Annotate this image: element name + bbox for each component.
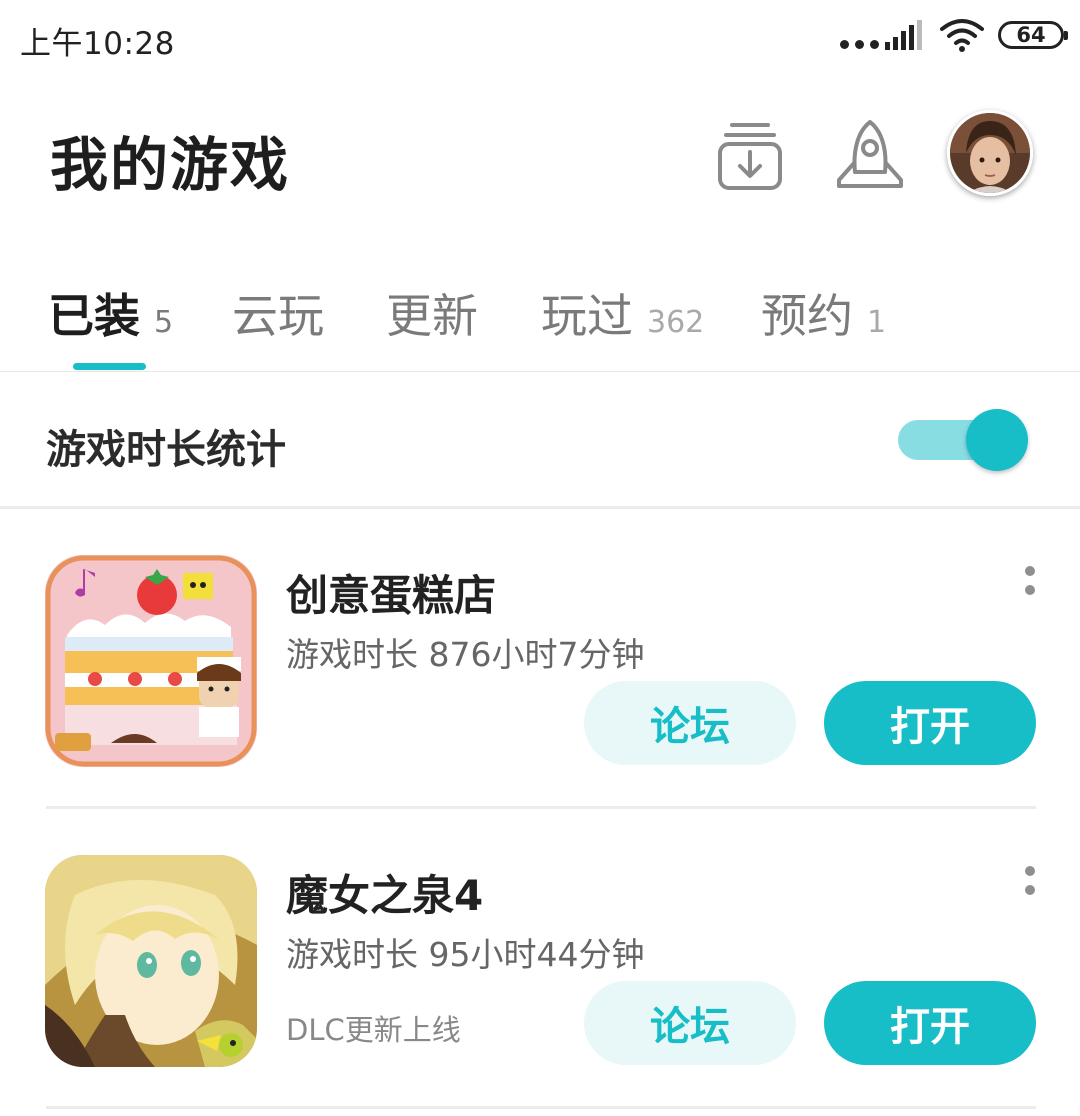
tab-played[interactable]: 玩过 362 (541, 280, 704, 346)
playtime-stats-row: 游戏时长统计 (0, 373, 1080, 509)
tab-updates[interactable]: 更新 (386, 280, 478, 346)
status-bar: 上午10:28 64 (0, 0, 1080, 78)
tab-label: 玩过 (541, 289, 633, 343)
card-divider (46, 806, 1036, 809)
active-tab-indicator (73, 363, 146, 370)
tab-bar: 已装 5 云玩 更新 玩过 362 预约 1 (0, 270, 1080, 372)
wifi-icon (940, 19, 984, 52)
open-button[interactable]: 打开 (824, 681, 1036, 765)
battery-indicator: 64 (998, 21, 1068, 49)
game-icon-witch-spring-4[interactable] (45, 855, 257, 1067)
tab-count: 1 (867, 305, 887, 340)
forum-button[interactable]: 论坛 (584, 681, 796, 765)
signal-icon (885, 20, 922, 50)
game-title: 创意蛋糕店 (286, 571, 497, 620)
game-card[interactable]: 魔女之泉4 游戏时长 95小时44分钟 DLC更新上线 论坛 打开 (0, 810, 1080, 1110)
more-options-icon[interactable] (1020, 566, 1040, 606)
avatar[interactable] (947, 110, 1033, 196)
game-playtime: 游戏时长 876小时7分钟 (286, 635, 645, 674)
tab-reservations[interactable]: 预约 1 (761, 280, 886, 346)
rocket-icon[interactable] (833, 118, 907, 194)
playtime-stats-label: 游戏时长统计 (46, 427, 286, 473)
more-options-icon[interactable] (1020, 866, 1040, 906)
avatar-image (950, 113, 1030, 193)
card-divider (46, 1106, 1036, 1109)
playtime-stats-toggle[interactable] (896, 407, 1032, 473)
dlc-update-note: DLC更新上线 (286, 1013, 461, 1047)
tab-label: 预约 (761, 289, 853, 343)
open-button[interactable]: 打开 (824, 981, 1036, 1065)
tab-installed[interactable]: 已装 5 (48, 280, 173, 346)
page-title: 我的游戏 (50, 131, 291, 199)
forum-button[interactable]: 论坛 (584, 981, 796, 1065)
tab-cloud-play[interactable]: 云玩 (232, 280, 324, 346)
cake-shop-art (45, 555, 257, 767)
status-time: 上午10:28 (20, 26, 175, 62)
tab-count: 5 (154, 305, 174, 340)
download-icon[interactable] (716, 120, 784, 192)
tab-count: 362 (647, 305, 705, 340)
game-title: 魔女之泉4 (286, 871, 484, 920)
tab-label: 已装 (48, 289, 140, 343)
game-playtime: 游戏时长 95小时44分钟 (286, 935, 645, 974)
tab-label: 云玩 (232, 289, 324, 343)
game-icon-cake-shop[interactable] (45, 555, 257, 767)
witch-spring-art (45, 855, 257, 1067)
toggle-knob (966, 409, 1028, 471)
notification-dots-icon (840, 40, 879, 49)
game-card[interactable]: 创意蛋糕店 游戏时长 876小时7分钟 论坛 打开 (0, 510, 1080, 810)
tab-label: 更新 (386, 289, 478, 343)
